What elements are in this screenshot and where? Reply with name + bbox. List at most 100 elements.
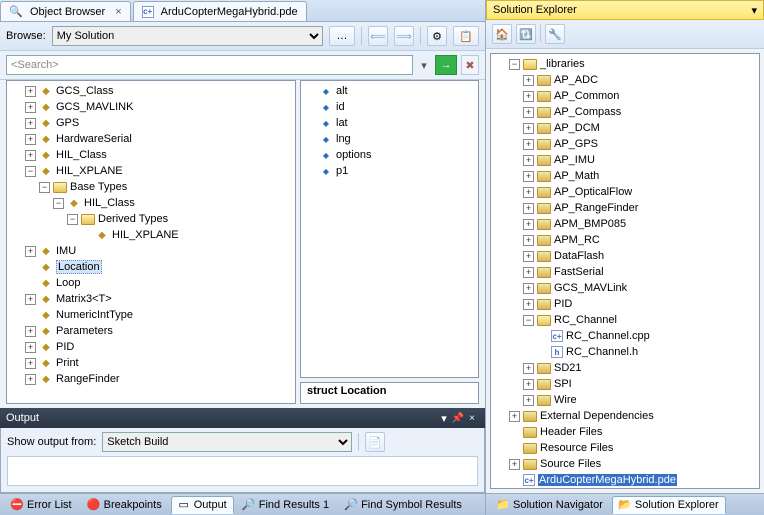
expand-icon[interactable]: + (523, 267, 534, 278)
close-icon[interactable]: × (115, 6, 121, 18)
search-dropdown[interactable]: ▾ (417, 55, 431, 75)
expand-icon[interactable]: + (25, 374, 36, 385)
expand-icon[interactable]: + (523, 203, 534, 214)
editor-tabbar: 🔍 Object Browser × c+ ArduCopterMegaHybr… (0, 0, 485, 22)
folder-icon (53, 180, 67, 194)
expand-icon[interactable]: + (25, 134, 36, 145)
bottom-tabstrip-right: 📁Solution Navigator 📂Solution Explorer (486, 493, 764, 515)
tab-error-list[interactable]: ⛔Error List (4, 496, 79, 514)
dropdown-icon[interactable]: ▾ (437, 412, 451, 425)
refresh-button[interactable]: 🔃 (516, 24, 536, 44)
expand-icon[interactable]: + (25, 246, 36, 257)
class-icon (39, 324, 53, 338)
output-content[interactable] (7, 456, 478, 486)
search-clear-button[interactable]: ✖ (461, 55, 479, 75)
field-icon (319, 84, 333, 98)
expand-icon[interactable]: + (523, 283, 534, 294)
output-title: Output (6, 412, 39, 424)
solution-explorer-header: Solution Explorer ▾ (486, 0, 764, 20)
solution-toolbar: 🏠 🔃 🔧 (486, 20, 764, 49)
expand-icon[interactable]: + (523, 379, 534, 390)
view-dropdown[interactable]: 📋 (453, 26, 479, 46)
output-source-select[interactable]: Sketch Build (102, 432, 352, 452)
pin-icon[interactable]: 📌 (451, 413, 465, 424)
class-tree[interactable]: +GCS_Class +GCS_MAVLINK +GPS +HardwareSe… (6, 80, 296, 404)
collapse-icon[interactable]: − (53, 198, 64, 209)
expand-icon[interactable]: + (523, 251, 534, 262)
collapse-icon[interactable]: − (39, 182, 50, 193)
tab-pde-file[interactable]: c+ ArduCopterMegaHybrid.pde (133, 1, 307, 21)
tab-find-symbol[interactable]: 🔎Find Symbol Results (338, 496, 469, 514)
expand-icon[interactable]: + (25, 358, 36, 369)
search-input[interactable] (6, 55, 413, 75)
expand-icon[interactable]: + (523, 155, 534, 166)
expand-icon[interactable]: + (523, 219, 534, 230)
solution-explorer-title: Solution Explorer (493, 4, 577, 16)
class-icon (39, 84, 53, 98)
expand-icon[interactable]: + (25, 326, 36, 337)
expand-icon[interactable]: + (25, 86, 36, 97)
tab-breakpoints[interactable]: 🔴Breakpoints (81, 496, 169, 514)
h-file-icon: h (551, 346, 563, 358)
collapse-icon[interactable]: − (509, 59, 520, 70)
expand-icon[interactable]: + (523, 107, 534, 118)
field-icon (319, 148, 333, 162)
browse-select[interactable]: My Solution (52, 26, 323, 46)
nav-forward-button[interactable]: ⟹ (394, 26, 414, 46)
folder-icon (523, 457, 537, 471)
class-icon (39, 116, 53, 130)
expand-icon[interactable]: + (523, 139, 534, 150)
expand-icon[interactable]: + (25, 294, 36, 305)
nav-back-button[interactable]: ⟸ (368, 26, 388, 46)
expand-icon[interactable]: + (509, 411, 520, 422)
expand-icon[interactable]: + (25, 342, 36, 353)
expand-icon[interactable]: + (523, 75, 534, 86)
class-icon (39, 356, 53, 370)
solution-exp-icon: 📂 (619, 499, 631, 511)
settings-button[interactable]: ⚙ (427, 26, 447, 46)
class-icon (39, 292, 53, 306)
collapse-icon[interactable]: − (67, 214, 78, 225)
expand-icon[interactable]: + (523, 363, 534, 374)
output-icon: ▭ (178, 499, 190, 511)
folder-icon (523, 441, 537, 455)
collapse-icon[interactable]: − (25, 166, 36, 177)
expand-icon[interactable]: + (523, 123, 534, 134)
expand-icon[interactable]: + (523, 187, 534, 198)
class-icon (95, 228, 109, 242)
tab-output[interactable]: ▭Output (171, 496, 234, 514)
expand-icon[interactable]: + (523, 299, 534, 310)
class-icon (39, 100, 53, 114)
members-list[interactable]: alt id lat lng options p1 (300, 80, 479, 378)
home-button[interactable]: 🏠 (492, 24, 512, 44)
output-toolbar: Show output from: Sketch Build 📄 (1, 428, 484, 456)
expand-icon[interactable]: + (523, 91, 534, 102)
properties-button[interactable]: 🔧 (545, 24, 565, 44)
dropdown-icon[interactable]: ▾ (751, 4, 757, 17)
tab-label: ArduCopterMegaHybrid.pde (161, 6, 298, 18)
tab-object-browser[interactable]: 🔍 Object Browser × (0, 1, 131, 21)
folder-icon (537, 361, 551, 375)
tab-find-results-1[interactable]: 🔎Find Results 1 (236, 496, 336, 514)
tree-item-pde-file[interactable]: c+ArduCopterMegaHybrid.pde (491, 472, 759, 488)
browse-settings-button[interactable]: … (329, 26, 355, 46)
expand-icon[interactable]: + (523, 235, 534, 246)
expand-icon[interactable]: + (509, 459, 520, 470)
solution-tree[interactable]: −_libraries +AP_ADC +AP_Common +AP_Compa… (490, 53, 760, 489)
search-go-button[interactable]: → (435, 55, 457, 75)
tab-solution-navigator[interactable]: 📁Solution Navigator (490, 496, 610, 514)
tab-solution-explorer[interactable]: 📂Solution Explorer (612, 496, 726, 514)
expand-icon[interactable]: + (523, 171, 534, 182)
expand-icon[interactable]: + (25, 118, 36, 129)
expand-icon[interactable]: + (25, 102, 36, 113)
close-icon[interactable]: × (465, 413, 479, 424)
cpp-file-icon: c+ (142, 6, 154, 18)
expand-icon[interactable]: + (523, 395, 534, 406)
output-action-button[interactable]: 📄 (365, 432, 385, 452)
expand-icon[interactable]: + (25, 150, 36, 161)
class-icon (39, 372, 53, 386)
field-icon (319, 164, 333, 178)
collapse-icon[interactable]: − (523, 315, 534, 326)
tree-item-location[interactable]: Location (7, 259, 295, 275)
folder-icon (537, 265, 551, 279)
